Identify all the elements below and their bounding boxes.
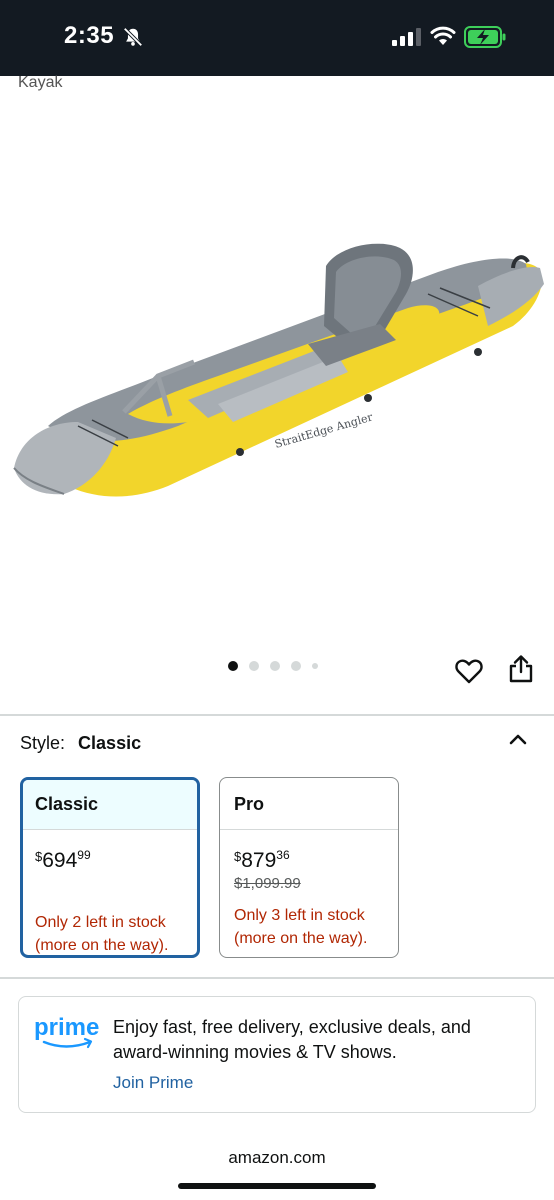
pagination-dot[interactable]: [312, 663, 318, 669]
pagination-dot[interactable]: [249, 661, 259, 671]
join-prime-link[interactable]: Join Prime: [113, 1073, 193, 1093]
style-selector-header: Style: Classic: [20, 733, 141, 754]
style-option-classic[interactable]: Classic $69499 Only 2 left in stock (mor…: [20, 777, 200, 958]
heart-icon[interactable]: [454, 656, 484, 686]
style-option-name: Pro: [220, 778, 398, 830]
prime-promo-text: Enjoy fast, free delivery, exclusive dea…: [113, 1017, 471, 1062]
image-pagination-dots[interactable]: [228, 661, 318, 671]
breadcrumb[interactable]: Kayak: [18, 74, 62, 92]
pagination-dot[interactable]: [270, 661, 280, 671]
style-selected-value: Classic: [78, 733, 142, 753]
cellular-signal-icon: [392, 28, 421, 46]
bell-muted-icon: [123, 27, 143, 47]
stock-status: Only 3 left in stock (more on the way).: [234, 907, 368, 947]
browser-url-bar[interactable]: amazon.com: [0, 1132, 554, 1200]
chevron-up-icon[interactable]: [506, 728, 530, 752]
section-divider: [0, 977, 554, 979]
style-label: Style:: [20, 733, 66, 753]
share-icon[interactable]: [508, 654, 534, 684]
stock-status: Only 2 left in stock (more on the way).: [35, 914, 169, 954]
list-price: $1,099.99: [234, 875, 301, 892]
pagination-dot[interactable]: [291, 661, 301, 671]
url-text[interactable]: amazon.com: [0, 1148, 554, 1168]
product-image-gallery[interactable]: Kayak StraitEdge Angler: [0, 74, 554, 714]
style-option-price: $87936: [234, 848, 290, 872]
style-option-price: $69499: [35, 848, 91, 872]
pagination-dot[interactable]: [228, 661, 238, 671]
svg-text:prime: prime: [34, 1014, 99, 1041]
prime-logo-icon: prime: [34, 1014, 99, 1049]
prime-promo-card: prime Enjoy fast, free delivery, exclusi…: [18, 996, 536, 1113]
style-option-name: Classic: [23, 780, 197, 830]
battery-charging-icon: [464, 26, 506, 48]
home-indicator[interactable]: [178, 1183, 376, 1189]
status-bar: 2:35: [0, 0, 554, 76]
wifi-icon: [430, 26, 456, 45]
style-option-pro[interactable]: Pro $87936 $1,099.99 Only 3 left in stoc…: [219, 777, 399, 958]
kayak-product-image[interactable]: StraitEdge Angler: [8, 176, 548, 516]
status-time: 2:35: [64, 22, 115, 49]
section-divider: [0, 714, 554, 716]
